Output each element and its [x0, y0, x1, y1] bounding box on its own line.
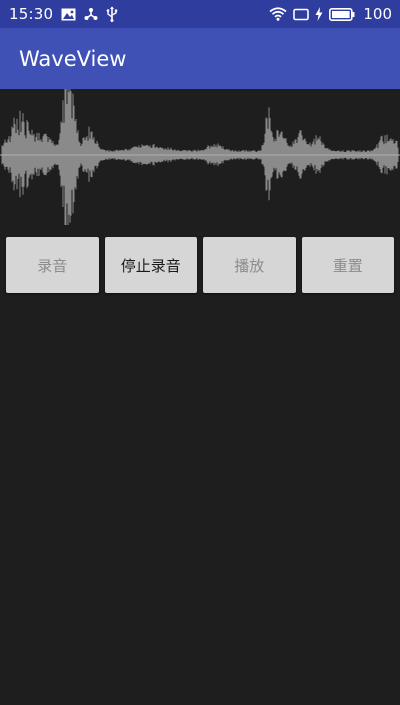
waveform-bars: [0, 89, 400, 225]
cast-icon: [293, 8, 310, 21]
waveform: [0, 89, 400, 225]
screen: 15:30 100 WaveView 录音 停止录音 播放 重置: [0, 0, 400, 705]
usb-icon: [106, 6, 118, 22]
reset-button[interactable]: 重置: [301, 237, 394, 293]
content-area: 录音 停止录音 播放 重置: [0, 89, 400, 705]
wifi-icon: [269, 7, 287, 21]
button-row: 录音 停止录音 播放 重置: [6, 237, 394, 293]
usb-tether-icon: [84, 7, 98, 21]
stop-record-button[interactable]: 停止录音: [104, 237, 197, 293]
battery-icon: [329, 7, 355, 21]
play-button[interactable]: 播放: [203, 237, 296, 293]
status-time: 15:30: [9, 5, 54, 23]
status-right: 100: [269, 5, 400, 23]
app-bar: WaveView: [0, 28, 400, 89]
app-title: WaveView: [19, 46, 127, 71]
status-left: 15:30: [0, 5, 118, 23]
charging-icon: [315, 7, 323, 21]
battery-level: 100: [363, 5, 392, 23]
image-icon: [61, 8, 76, 21]
status-bar: 15:30 100: [0, 0, 400, 28]
record-button[interactable]: 录音: [6, 237, 99, 293]
